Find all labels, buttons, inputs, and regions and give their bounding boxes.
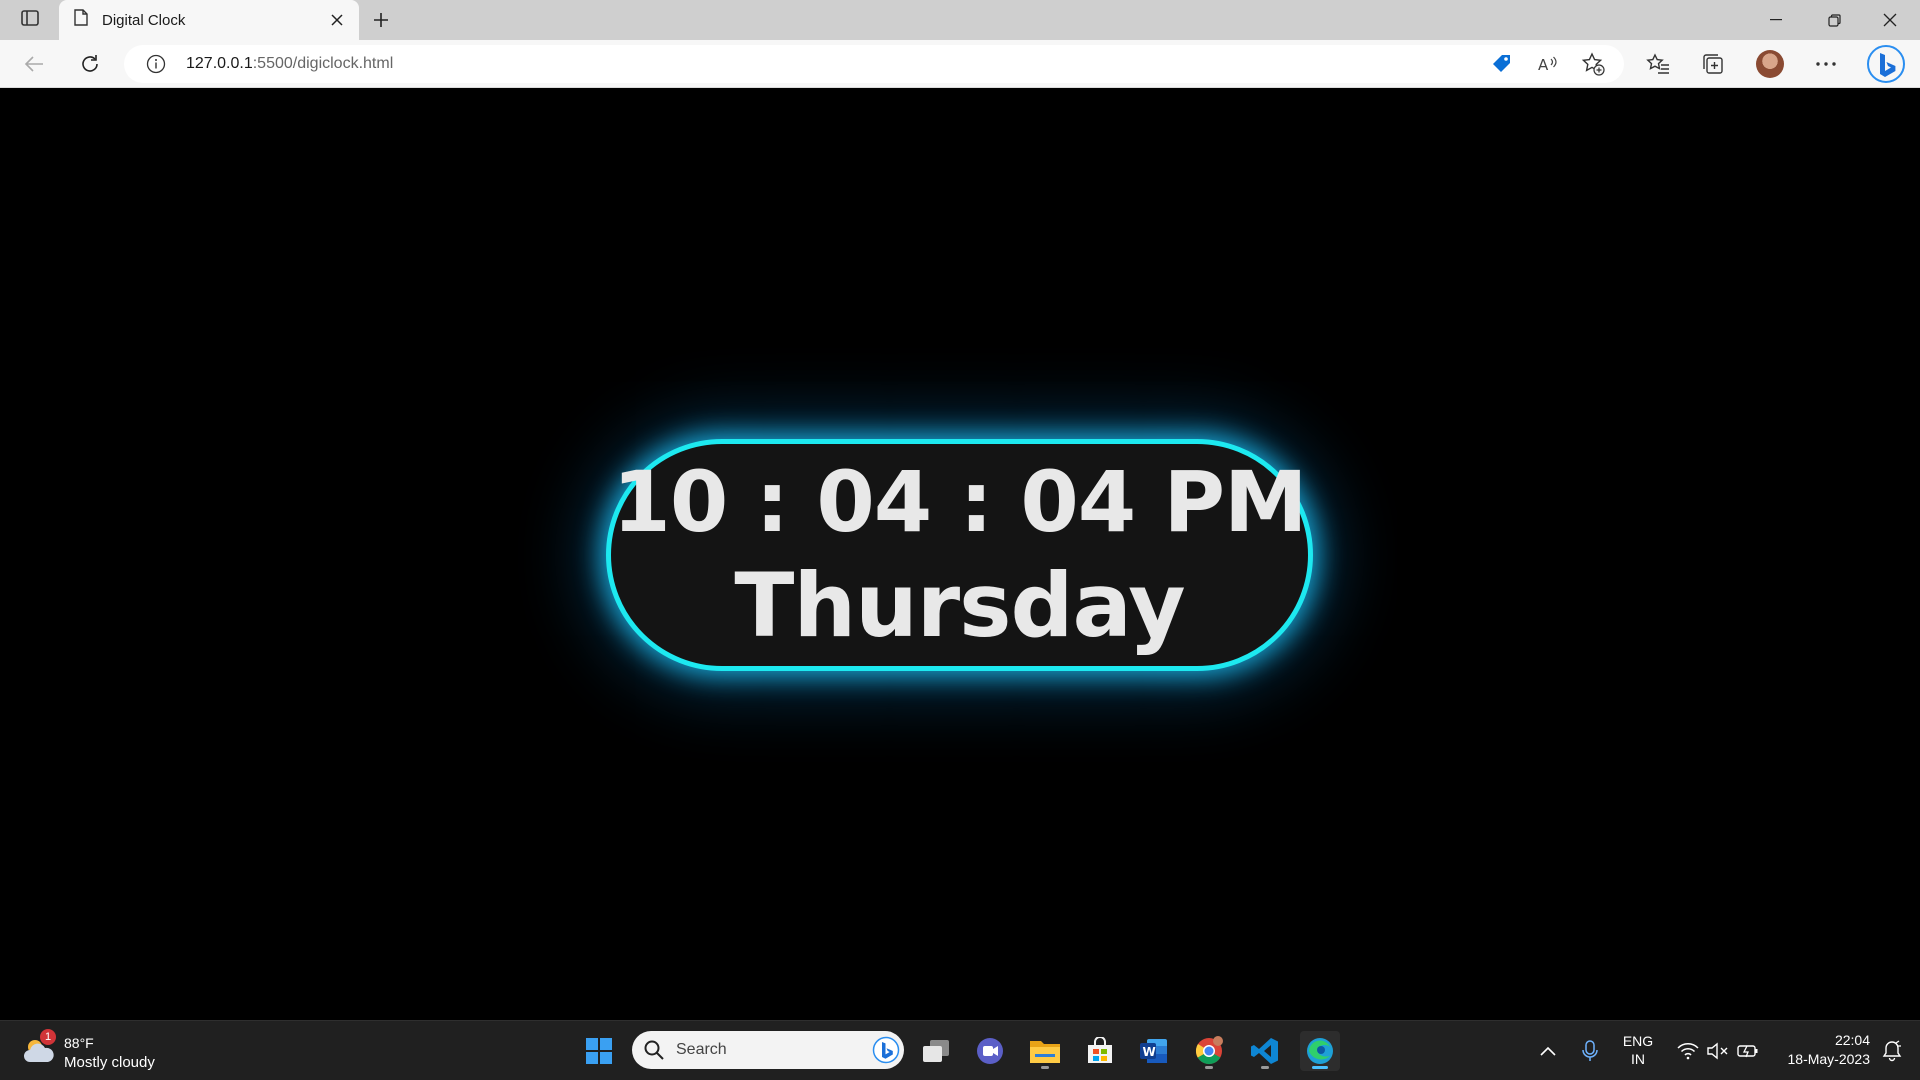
svg-text:A: A bbox=[1538, 56, 1549, 74]
teams-chat-button[interactable] bbox=[970, 1031, 1010, 1071]
browser-toolbar: 127.0.0.1:5500/digiclock.html A bbox=[0, 40, 1920, 88]
more-icon bbox=[1816, 62, 1836, 66]
add-favorite-icon[interactable] bbox=[1581, 52, 1605, 76]
running-indicator bbox=[1261, 1066, 1269, 1069]
search-placeholder: Search bbox=[676, 1041, 727, 1058]
weather-temperature: 88°F bbox=[64, 1035, 94, 1051]
tab-strip: Digital Clock bbox=[0, 0, 1920, 40]
tab-actions-button[interactable] bbox=[10, 6, 50, 34]
vscode-button[interactable] bbox=[1245, 1031, 1285, 1071]
clock-time: 10 : 04 : 04 PM bbox=[612, 453, 1307, 551]
notification-center-button[interactable] bbox=[1872, 1031, 1912, 1071]
active-indicator bbox=[1312, 1066, 1328, 1069]
favorites-icon bbox=[1646, 53, 1669, 74]
back-icon bbox=[24, 56, 43, 72]
language-indicator[interactable]: ENG IN bbox=[1616, 1032, 1660, 1068]
clock-day: Thursday bbox=[734, 554, 1185, 657]
close-tab-button[interactable] bbox=[325, 8, 349, 32]
close-icon bbox=[1883, 13, 1897, 27]
edge-button[interactable] bbox=[1300, 1031, 1340, 1071]
taskbar-clock[interactable]: 22:04 18-May-2023 bbox=[1770, 1031, 1871, 1069]
plus-icon bbox=[374, 13, 388, 27]
address-bar[interactable]: 127.0.0.1:5500/digiclock.html A bbox=[124, 45, 1624, 83]
collections-icon bbox=[1703, 54, 1723, 74]
favorites-button[interactable] bbox=[1642, 48, 1674, 80]
url-text[interactable]: 127.0.0.1:5500/digiclock.html bbox=[186, 55, 393, 73]
word-button[interactable]: W bbox=[1134, 1031, 1174, 1071]
page-icon bbox=[74, 9, 88, 31]
search-icon bbox=[644, 1040, 664, 1060]
taskbar-search[interactable]: Search bbox=[632, 1031, 904, 1069]
task-view-button[interactable] bbox=[916, 1031, 956, 1071]
notification-icon bbox=[1882, 1040, 1902, 1062]
close-icon bbox=[331, 14, 343, 26]
taskbar-date: 18-May-2023 bbox=[1787, 1051, 1871, 1067]
taskbar: 1 88°F Mostly cloudy Search W ENG IN 22:… bbox=[0, 1020, 1920, 1080]
minimize-button[interactable] bbox=[1748, 0, 1804, 40]
chevron-up-icon bbox=[1540, 1046, 1556, 1056]
language-code: ENG bbox=[1622, 1033, 1654, 1049]
taskbar-time: 22:04 bbox=[1834, 1032, 1870, 1048]
bing-copilot-button[interactable] bbox=[1866, 44, 1906, 84]
file-explorer-icon bbox=[1030, 1041, 1060, 1063]
notification-badge: 1 bbox=[40, 1029, 56, 1045]
tab-actions-icon bbox=[21, 9, 39, 31]
microphone-button[interactable] bbox=[1570, 1031, 1610, 1071]
profile-avatar[interactable] bbox=[1756, 50, 1784, 78]
start-icon bbox=[586, 1038, 612, 1064]
close-window-button[interactable] bbox=[1862, 0, 1918, 40]
word-icon: W bbox=[1140, 1039, 1167, 1063]
show-hidden-icons-button[interactable] bbox=[1528, 1031, 1568, 1071]
speaker-muted-icon bbox=[1707, 1042, 1728, 1060]
page-content: 10 : 04 : 04 PM Thursday bbox=[0, 88, 1920, 1020]
battery-icon bbox=[1737, 1045, 1758, 1058]
store-icon bbox=[1088, 1037, 1112, 1063]
weather-widget[interactable]: 1 88°F Mostly cloudy bbox=[20, 1029, 200, 1073]
refresh-icon bbox=[82, 55, 98, 72]
running-indicator bbox=[1041, 1066, 1049, 1069]
bing-icon bbox=[872, 1036, 900, 1064]
svg-text:W: W bbox=[1143, 1045, 1156, 1059]
edge-icon bbox=[1307, 1038, 1333, 1064]
microphone-icon bbox=[1582, 1040, 1598, 1061]
start-button[interactable] bbox=[579, 1031, 619, 1071]
minimize-icon bbox=[1770, 19, 1782, 21]
restore-icon bbox=[1827, 13, 1841, 27]
bing-icon bbox=[1867, 45, 1905, 83]
teams-chat-icon bbox=[977, 1038, 1003, 1064]
url-host: 127.0.0.1 bbox=[186, 55, 253, 72]
more-button[interactable] bbox=[1810, 48, 1842, 80]
refresh-button[interactable] bbox=[74, 48, 106, 80]
read-aloud-icon[interactable]: A bbox=[1536, 52, 1560, 76]
store-button[interactable] bbox=[1080, 1031, 1120, 1071]
vscode-icon bbox=[1251, 1038, 1278, 1064]
collections-button[interactable] bbox=[1697, 48, 1729, 80]
system-tray-quick-settings[interactable] bbox=[1666, 1031, 1770, 1071]
url-path: :5500/digiclock.html bbox=[252, 55, 394, 72]
file-explorer-button[interactable] bbox=[1025, 1031, 1065, 1071]
back-button[interactable] bbox=[18, 48, 50, 80]
digital-clock: 10 : 04 : 04 PM Thursday bbox=[606, 439, 1313, 671]
task-view-icon bbox=[923, 1040, 949, 1062]
language-region: IN bbox=[1631, 1051, 1645, 1067]
tab-digital-clock[interactable]: Digital Clock bbox=[59, 0, 359, 40]
weather-condition: Mostly cloudy bbox=[64, 1054, 155, 1071]
wifi-icon bbox=[1677, 1043, 1699, 1060]
running-indicator bbox=[1205, 1066, 1213, 1069]
chrome-button[interactable] bbox=[1189, 1031, 1229, 1071]
shopping-tag-icon[interactable] bbox=[1490, 52, 1514, 76]
tab-title: Digital Clock bbox=[102, 11, 186, 29]
chrome-icon bbox=[1195, 1036, 1223, 1065]
restore-button[interactable] bbox=[1806, 0, 1862, 40]
new-tab-button[interactable] bbox=[366, 6, 396, 34]
info-icon[interactable] bbox=[146, 54, 166, 79]
